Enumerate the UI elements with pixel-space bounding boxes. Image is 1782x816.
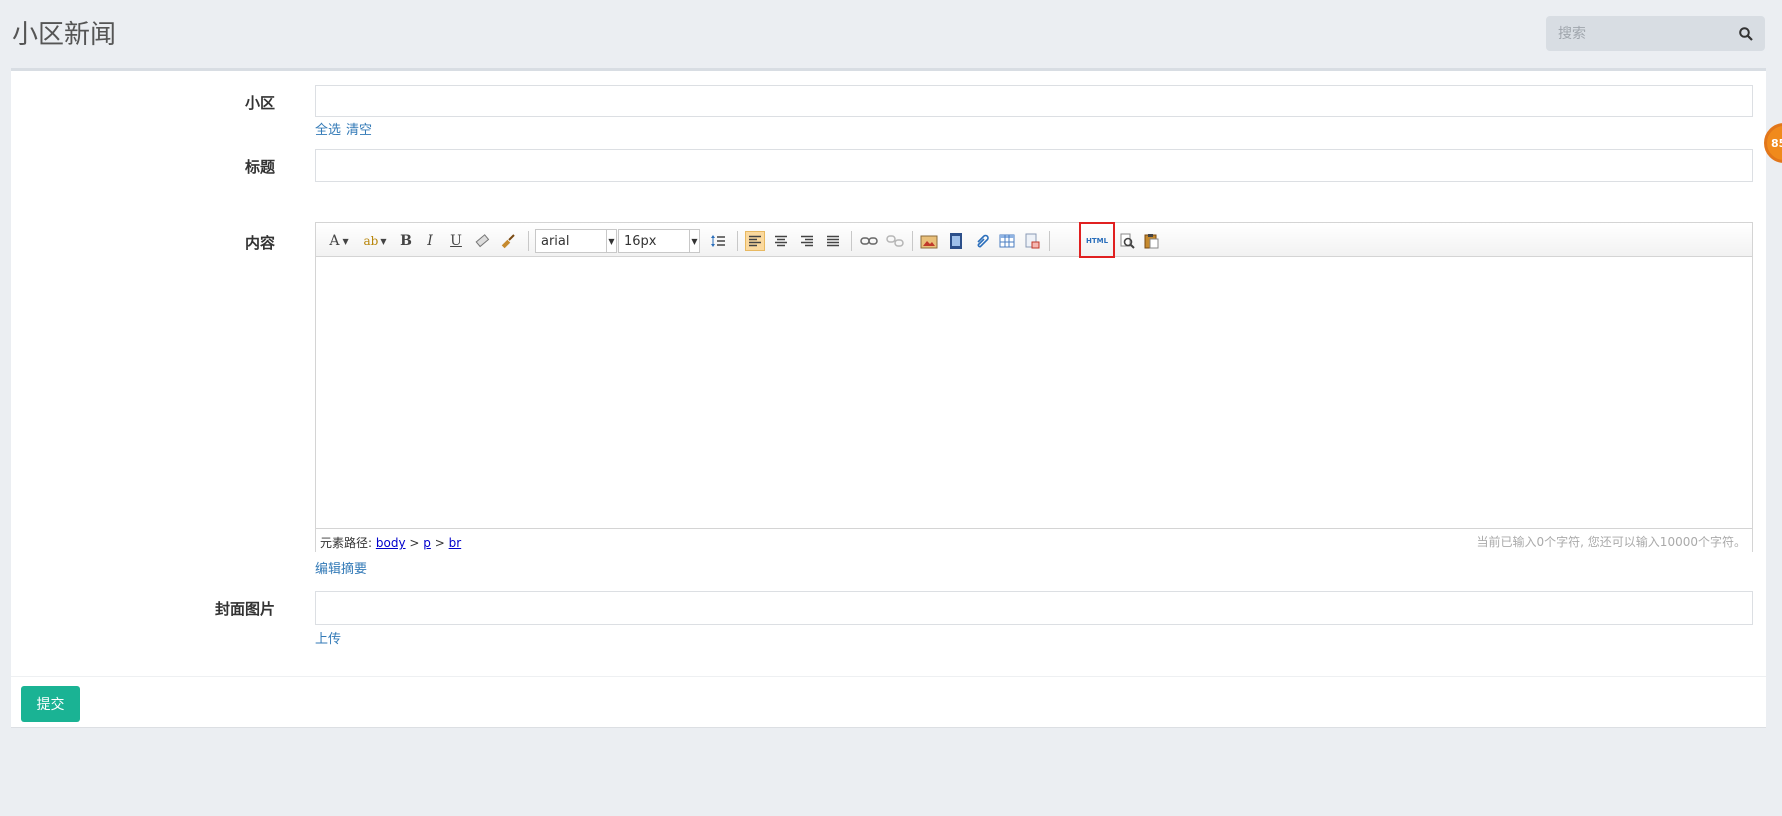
- clear-link[interactable]: 清空: [346, 119, 372, 138]
- form-panel: 小区 全选 清空 标题 内容 A ▼ ab ▼ B I U arial ▼ 16px: [11, 68, 1766, 728]
- italic-icon[interactable]: I: [420, 231, 440, 251]
- path-separator: >: [434, 536, 445, 550]
- form-divider: [11, 676, 1766, 677]
- align-right-icon[interactable]: [797, 231, 817, 251]
- select-all-link[interactable]: 全选: [315, 119, 341, 138]
- font-family-select[interactable]: arial ▼: [535, 229, 617, 253]
- element-path: 元素路径: body > p > br: [320, 534, 461, 551]
- toolbar-separator: [851, 231, 852, 251]
- toolbar-separator: [1049, 231, 1050, 251]
- cover-label: 封面图片: [214, 600, 275, 618]
- cover-image-input[interactable]: [315, 591, 1753, 625]
- align-center-icon[interactable]: [771, 231, 791, 251]
- search-box: [1546, 16, 1765, 51]
- toolbar-separator: [737, 231, 738, 251]
- search-icon: [1738, 26, 1753, 41]
- path-body-link[interactable]: body: [376, 536, 406, 550]
- toolbar-separator: [528, 231, 529, 251]
- insert-video-icon[interactable]: [946, 231, 966, 251]
- insert-image-icon[interactable]: [919, 231, 939, 251]
- floating-badge[interactable]: 85: [1764, 123, 1782, 163]
- chevron-down-icon: ▼: [606, 230, 616, 252]
- element-path-label: 元素路径:: [320, 536, 373, 550]
- align-left-icon[interactable]: [745, 231, 765, 251]
- submit-button[interactable]: 提交: [21, 686, 80, 722]
- font-size-select[interactable]: 16px ▼: [618, 229, 700, 253]
- font-color-icon[interactable]: A ▼: [324, 231, 354, 251]
- chevron-down-icon: ▼: [689, 230, 699, 252]
- word-count: 当前已输入0个字符, 您还可以输入10000个字符。: [1476, 535, 1746, 549]
- community-field[interactable]: [315, 85, 1753, 117]
- bold-icon[interactable]: B: [396, 231, 416, 251]
- preview-icon[interactable]: [1117, 231, 1137, 251]
- search-input[interactable]: [1546, 16, 1724, 51]
- content-label: 内容: [244, 234, 275, 252]
- edit-summary-link[interactable]: 编辑摘要: [315, 558, 367, 577]
- search-button[interactable]: [1726, 16, 1765, 51]
- attachment-icon[interactable]: [972, 231, 992, 251]
- eraser-icon[interactable]: [472, 231, 492, 251]
- top-bar: 小区新闻: [0, 0, 1782, 68]
- path-p-link[interactable]: p: [423, 536, 431, 550]
- link-icon[interactable]: [859, 231, 879, 251]
- upload-link[interactable]: 上传: [315, 628, 341, 647]
- font-size-value: 16px: [624, 233, 657, 249]
- line-height-icon[interactable]: [704, 231, 734, 251]
- editor-toolbar: A ▼ ab ▼ B I U arial ▼ 16px ▼ HTML: [316, 222, 1752, 258]
- highlight-color-icon[interactable]: ab ▼: [360, 231, 390, 251]
- insert-doc-icon[interactable]: [1022, 231, 1042, 251]
- underline-icon[interactable]: U: [446, 231, 466, 251]
- format-painter-icon[interactable]: [498, 231, 518, 251]
- html-source-icon[interactable]: HTML: [1085, 231, 1109, 251]
- path-separator: >: [409, 536, 420, 550]
- community-label: 小区: [244, 94, 275, 112]
- title-label: 标题: [244, 158, 275, 176]
- unlink-icon[interactable]: [885, 231, 905, 251]
- font-family-value: arial: [541, 233, 570, 249]
- align-justify-icon[interactable]: [823, 231, 843, 251]
- editor-statusbar: 元素路径: body > p > br 当前已输入0个字符, 您还可以输入100…: [316, 528, 1752, 552]
- rich-text-editor: A ▼ ab ▼ B I U arial ▼ 16px ▼ HTML 元素路径:…: [315, 222, 1753, 552]
- title-input[interactable]: [315, 149, 1753, 182]
- paste-icon[interactable]: [1141, 231, 1161, 251]
- toolbar-separator: [912, 231, 913, 251]
- path-br-link[interactable]: br: [449, 536, 462, 550]
- page-title: 小区新闻: [12, 20, 117, 50]
- editor-content-area[interactable]: [316, 258, 1752, 528]
- table-icon[interactable]: [997, 231, 1017, 251]
